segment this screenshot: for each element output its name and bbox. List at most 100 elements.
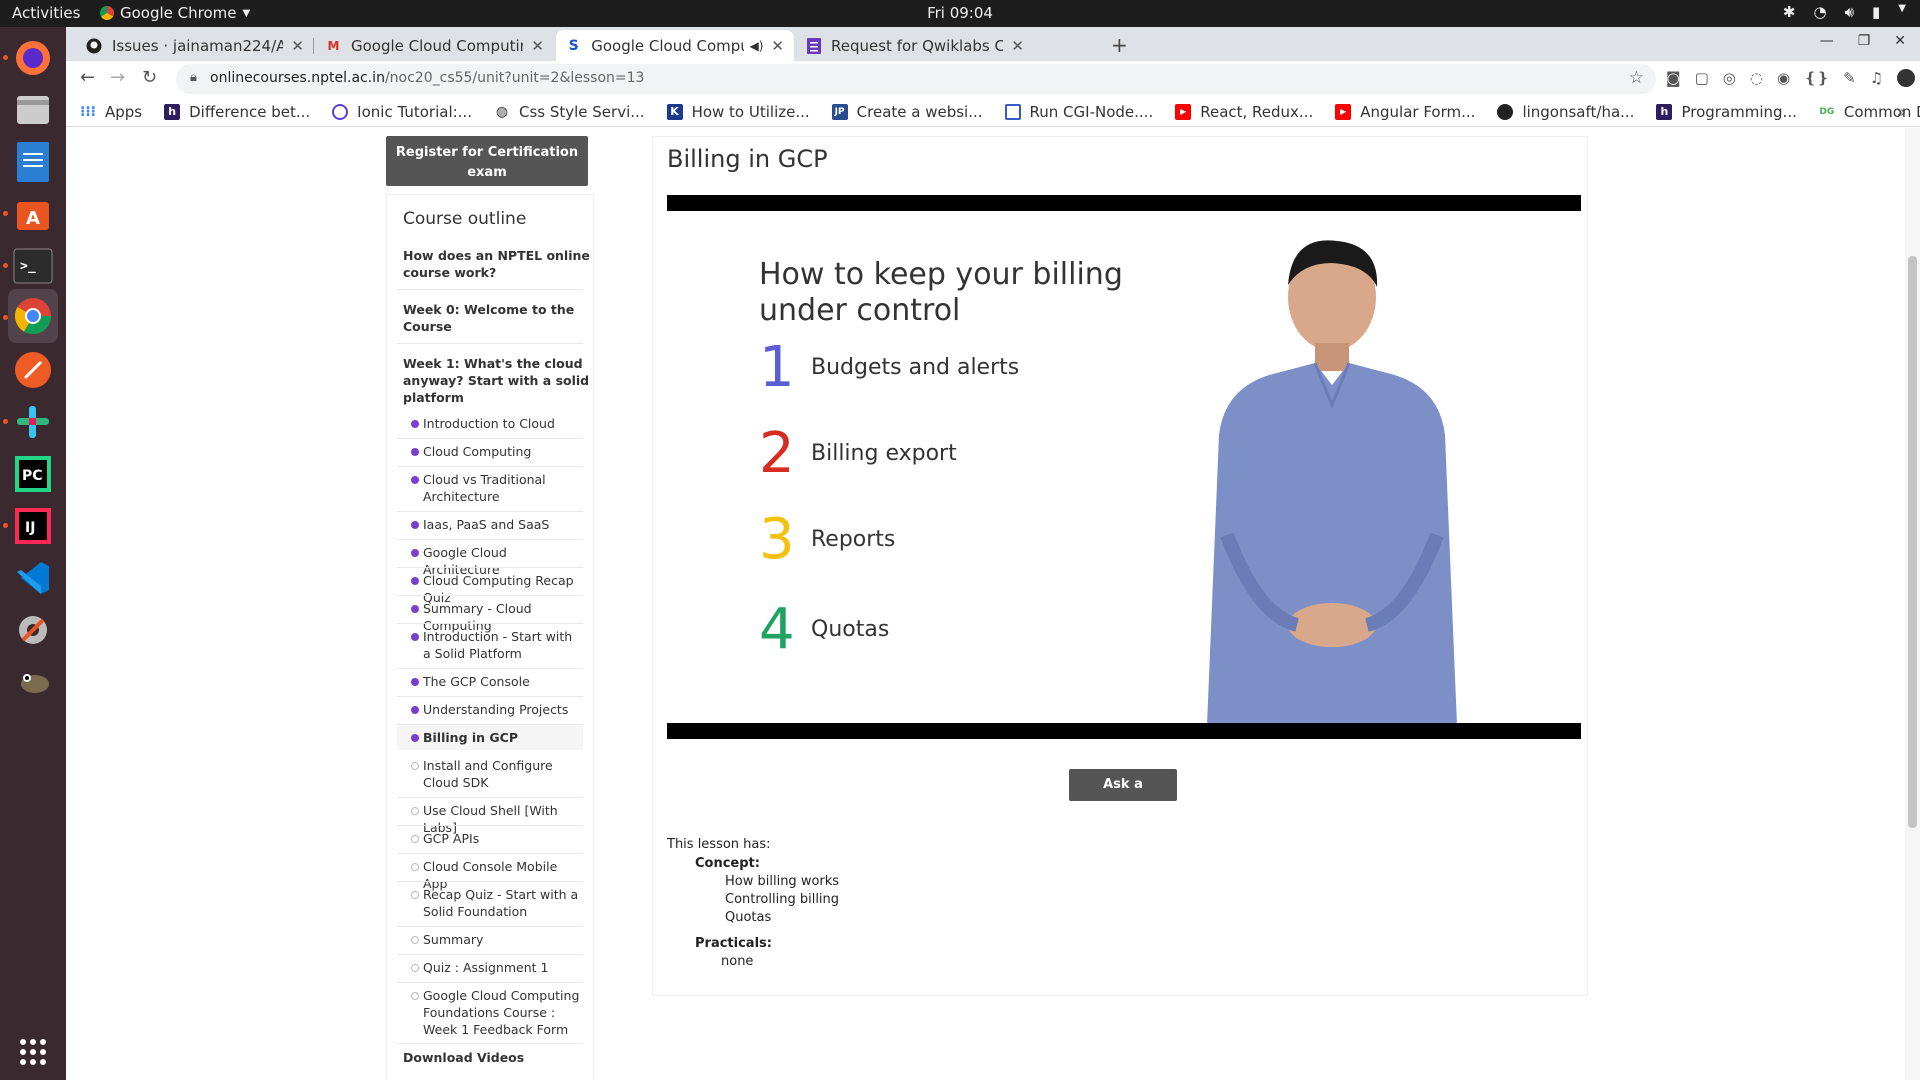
bookmark-item[interactable]: h Difference bet... — [164, 103, 310, 121]
back-icon[interactable]: ← — [80, 67, 95, 88]
tab-strip: Issues · jainaman224/Algo ✕ M Google Clo… — [66, 27, 1920, 61]
extension-icon[interactable]: ◌ — [1750, 69, 1763, 87]
vscode-icon[interactable] — [8, 553, 58, 603]
outline-lesson[interactable]: Install and Configure Cloud SDK — [397, 757, 583, 791]
show-applications-icon[interactable] — [8, 1027, 58, 1077]
outline-download-videos[interactable]: Download Videos — [403, 1049, 591, 1066]
outline-heading-week0[interactable]: Week 0: Welcome to the Course — [403, 301, 591, 335]
outline-lesson[interactable]: Summary — [397, 931, 583, 948]
bookmark-item[interactable]: lingonsaft/ha... — [1497, 103, 1634, 121]
restore-icon[interactable]: ❐ — [1858, 33, 1871, 49]
intellij-icon[interactable]: IJ — [8, 501, 58, 551]
new-tab-button[interactable]: + — [1111, 33, 1128, 57]
chrome-icon — [100, 6, 114, 20]
close-icon[interactable]: ✕ — [1011, 37, 1024, 55]
outline-lesson[interactable]: Introduction - Start with a Solid Platfo… — [397, 628, 583, 662]
bookmark-label: lingonsaft/ha... — [1522, 102, 1635, 121]
forward-icon[interactable]: → — [110, 67, 125, 88]
outline-lesson[interactable]: Cloud Computing — [397, 443, 583, 460]
outline-lesson[interactable]: Recap Quiz - Start with a Solid Foundati… — [397, 886, 583, 920]
outline-lesson[interactable]: Quiz : Assignment 1 — [397, 959, 583, 976]
close-icon[interactable]: ✕ — [531, 37, 544, 55]
outline-lesson[interactable]: Google Cloud Computing Foundations Cours… — [397, 987, 583, 1038]
app-menu-label: Google Chrome — [120, 4, 237, 22]
outline-heading-nptel[interactable]: How does an NPTEL online course work? — [403, 247, 591, 281]
page-scrollbar[interactable] — [1905, 128, 1920, 1080]
outline-lesson-current[interactable]: Billing in GCP — [397, 726, 583, 750]
bookmark-item[interactable]: h Programming... — [1656, 103, 1797, 121]
address-bar[interactable]: 🔒︎ onlinecourses.nptel.ac.in/noc20_cs55/… — [176, 64, 1656, 94]
outline-lesson[interactable]: Iaas, PaaS and SaaS — [397, 516, 583, 533]
outline-lesson[interactable]: Understanding Projects — [397, 701, 583, 718]
svg-text:PC: PC — [22, 468, 43, 484]
chrome-dock-icon[interactable] — [8, 289, 58, 343]
color-picker-extension-icon[interactable]: ✎ — [1843, 69, 1856, 87]
tab-title: Issues · jainaman224/Algo — [112, 36, 284, 55]
tab-github-issues[interactable]: Issues · jainaman224/Algo ✕ — [76, 30, 314, 61]
extension-icon[interactable]: ◉ — [1777, 69, 1790, 87]
terminal-icon[interactable]: >_ — [8, 241, 58, 291]
slide-item: 3 Reports — [759, 507, 896, 572]
postman-icon[interactable] — [8, 345, 58, 395]
bookmark-item[interactable]: ▶ Angular Form... — [1335, 103, 1475, 121]
register-certification-button[interactable]: Register for Certification exam — [386, 136, 588, 186]
github-icon — [1497, 103, 1514, 120]
video-player[interactable]: How to keep your billing under control 1… — [667, 195, 1581, 739]
firefox-icon[interactable] — [8, 33, 58, 83]
pending-dot-icon — [411, 992, 419, 1000]
extension-icon[interactable]: ❴❵ — [1804, 69, 1829, 87]
close-icon[interactable]: ✕ — [291, 37, 304, 55]
calendar-icon — [1004, 103, 1021, 120]
bookmark-label: Create a websi... — [856, 102, 983, 121]
ask-question-button[interactable]: Ask a question — [1069, 769, 1177, 824]
url-text[interactable]: onlinecourses.nptel.ac.in/noc20_cs55/uni… — [210, 70, 644, 86]
tab-title: Google Cloud Computing — [351, 36, 524, 55]
close-window-icon[interactable]: ✕ — [1894, 33, 1906, 49]
bookmark-item[interactable]: ▶ React, Redux... — [1175, 103, 1313, 121]
audio-icon[interactable]: ◀︎) — [750, 39, 764, 53]
camera-extension-icon[interactable]: ◙ — [1666, 69, 1681, 87]
lock-icon[interactable]: 🔒︎ — [190, 70, 197, 85]
pycharm-icon[interactable]: PC — [8, 449, 58, 499]
completed-dot-icon — [411, 577, 419, 585]
profile-avatar[interactable] — [1897, 69, 1916, 87]
gimp-icon[interactable] — [8, 657, 58, 707]
extension-icon[interactable]: ▢ — [1695, 69, 1709, 87]
slack-icon[interactable] — [8, 397, 58, 447]
writer-icon[interactable] — [8, 137, 58, 187]
extension-icon[interactable]: ◎ — [1723, 69, 1736, 87]
wifi-icon: ◔ — [1813, 3, 1827, 21]
media-control-icon[interactable]: ♫ — [1870, 69, 1883, 87]
scrollbar-thumb[interactable] — [1908, 256, 1917, 828]
bookmark-item[interactable]: Ionic Tutorial:... — [332, 103, 472, 121]
outline-lesson[interactable]: Cloud vs Traditional Architecture — [397, 471, 583, 505]
tab-qwiklabs-form[interactable]: Request for Qwiklabs Cre ✕ — [796, 30, 1034, 61]
outline-lesson[interactable]: The GCP Console — [397, 673, 583, 690]
outline-lesson[interactable]: GCP APIs — [397, 830, 583, 847]
bookmark-item[interactable]: Run CGI-Node.... — [1004, 103, 1153, 121]
outline-lesson[interactable]: Introduction to Cloud — [397, 415, 583, 432]
outline-heading-week1[interactable]: Week 1: What's the cloud anyway? Start w… — [403, 355, 591, 406]
bookmark-item[interactable]: K How to Utilize... — [666, 103, 810, 121]
chevron-down-icon: ▼ — [242, 7, 251, 19]
clock[interactable]: Fri 09:04 — [927, 4, 993, 22]
swayam-icon: S — [568, 37, 579, 54]
bookmark-item[interactable]: JP Create a websi... — [831, 102, 983, 121]
app-menu[interactable]: Google Chrome ▼ — [100, 4, 250, 22]
settings-tools-icon[interactable] — [8, 605, 58, 655]
concept-item: Quotas — [725, 910, 772, 925]
system-tray[interactable]: ✱ ◔ 🔊︎ ▮ ▼ — [1783, 3, 1906, 21]
minimize-icon[interactable]: — — [1820, 33, 1834, 49]
file-manager-icon[interactable] — [8, 85, 58, 135]
activities-button[interactable]: Activities — [12, 4, 80, 22]
reload-icon[interactable]: ↻ — [142, 67, 157, 88]
bookmark-star-icon[interactable]: ☆ — [1629, 68, 1644, 88]
completed-dot-icon — [411, 734, 419, 742]
bookmark-item[interactable]: ◍ Css Style Servi... — [494, 103, 645, 121]
tab-swayam-active[interactable]: S Google Cloud Computing ◀︎) ✕ — [556, 30, 794, 61]
bookmark-apps[interactable]: ⁝⁝⁝ Apps — [80, 103, 142, 121]
more-bookmarks-icon[interactable]: » — [1897, 103, 1906, 121]
close-icon[interactable]: ✕ — [771, 37, 784, 55]
software-center-icon[interactable]: A — [8, 189, 58, 239]
tab-gmail[interactable]: M Google Cloud Computing ✕ — [316, 30, 554, 61]
